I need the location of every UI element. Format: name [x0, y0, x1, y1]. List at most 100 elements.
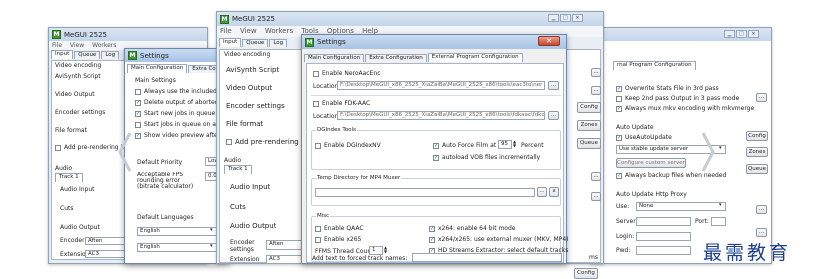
x265-checkbox[interactable]: [315, 237, 321, 243]
center-zones-button[interactable]: Zones: [577, 120, 601, 131]
nero-enable-checkbox[interactable]: [313, 71, 319, 77]
right-server-input[interactable]: [636, 217, 691, 226]
ffms-spinner-icon[interactable]: ▲ ▼: [384, 246, 387, 254]
next-arrow-icon[interactable]: [700, 131, 716, 173]
configure-servers-button[interactable]: Configure custom servers...: [616, 158, 686, 168]
right-minimize-icon[interactable]: ▁: [724, 30, 735, 38]
left-extension-select[interactable]: AC3: [85, 250, 125, 258]
left-check-0[interactable]: [135, 89, 141, 95]
right-pwd-label: Pwd:: [616, 247, 631, 254]
center-tab-input[interactable]: Input: [219, 38, 242, 47]
left-default-priority-label: Default Priority: [137, 159, 183, 166]
right-check-2[interactable]: ✓: [616, 106, 622, 112]
center-menu-file[interactable]: File: [220, 27, 232, 35]
right-use-auto-update-checkbox[interactable]: ✓: [616, 135, 622, 141]
right-pwd-input[interactable]: [636, 246, 691, 255]
center-app-icon: M: [220, 14, 229, 24]
center-tab-log[interactable]: Log: [269, 39, 288, 47]
right-use-auto-update-label: UseAutoUpdate: [625, 134, 672, 141]
right-queue-button[interactable]: Queue: [746, 164, 768, 174]
left-check-4[interactable]: ✓: [135, 133, 141, 139]
center-config-button[interactable]: Config: [574, 268, 598, 279]
right-login-input[interactable]: [636, 232, 691, 241]
left-add-prerender-checkbox[interactable]: [55, 145, 61, 151]
external-muxer-checkbox[interactable]: ✓: [429, 237, 435, 243]
center-menu-workers[interactable]: Workers: [265, 27, 293, 35]
settings-app-icon: M: [128, 51, 137, 60]
right-config-button[interactable]: Config: [746, 131, 768, 141]
center-minimize-icon[interactable]: ▁: [548, 14, 559, 22]
fdk-location-field[interactable]: F:\Desktop\MeGUI_x86_2525_XiaZaiBa\MeGUI…: [337, 111, 545, 120]
left-menu-workers[interactable]: Workers: [92, 42, 116, 49]
left-check-1[interactable]: ✓: [135, 100, 141, 106]
center-ellipsis-btn-right-1[interactable]: ...: [591, 68, 601, 77]
autoforce-value-input[interactable]: 95: [498, 140, 512, 149]
left-audio-track-tab[interactable]: Track 1: [55, 173, 83, 182]
right-maximize-icon[interactable]: □: [736, 30, 747, 38]
center-extension-select[interactable]: AC3: [266, 255, 306, 264]
dgindexnv-label: Enable DGIndexNV: [324, 142, 381, 149]
center-maximize-icon[interactable]: □: [560, 14, 571, 22]
qaac-checkbox[interactable]: [315, 226, 321, 232]
center-row-avisynth-script: AviSynth Script: [226, 66, 280, 74]
right-proxy-use-select[interactable]: None: [636, 202, 726, 211]
center-tab-queue[interactable]: Queue: [242, 39, 269, 47]
right-ellipsis-button-2[interactable]: ...: [756, 205, 767, 214]
right-server-label: Server:: [616, 218, 638, 225]
right-zones-button[interactable]: Zones: [746, 147, 768, 157]
forced-track-input[interactable]: [412, 253, 562, 262]
center-encoder-select[interactable]: Aften: [266, 240, 306, 250]
center-config-button-top[interactable]: Config: [577, 102, 601, 113]
left-lang2-select[interactable]: English: [137, 243, 217, 252]
prev-arrow-icon[interactable]: [117, 131, 133, 173]
nero-location-field[interactable]: F:\Desktop\MeGUI_x86_2525_XiaZaiBa\MeGUI…: [337, 81, 545, 90]
fdk-enable-checkbox[interactable]: [313, 101, 319, 107]
left-tab-input[interactable]: Input: [51, 50, 74, 59]
autoforce-checkbox[interactable]: ✓: [433, 143, 439, 149]
center-add-prerender-checkbox[interactable]: [226, 139, 232, 145]
left-menu-file[interactable]: File: [52, 42, 62, 49]
settings-close-icon[interactable]: ✕: [538, 36, 560, 46]
temp-dir-clear-button[interactable]: x: [549, 187, 559, 197]
right-ellipsis-button-1[interactable]: ...: [756, 93, 767, 102]
left-tab-log[interactable]: Log: [101, 51, 120, 59]
center-menu-view[interactable]: View: [240, 27, 257, 35]
right-always-backup-checkbox[interactable]: ✓: [616, 173, 622, 179]
center-ellipsis-btn-right-3[interactable]: ...: [591, 172, 601, 181]
center-audio-track-tab[interactable]: Track 1: [224, 165, 252, 174]
left-check-2[interactable]: ✓: [135, 111, 141, 117]
settings-tab-external[interactable]: External Program Configuration: [427, 53, 523, 62]
left-row-file-format: File format: [55, 127, 87, 134]
center-ellipsis-btn-right-4[interactable]: ...: [591, 192, 601, 201]
right-tab-external[interactable]: rnal Program Configuration: [613, 61, 696, 70]
left-tab-queue[interactable]: Queue: [74, 51, 101, 59]
left-encoder-select[interactable]: Aften: [85, 237, 125, 245]
autoforce-spinner-icon[interactable]: ▲ ▼: [513, 140, 516, 148]
fdk-browse-button[interactable]: ...: [548, 111, 559, 120]
right-check-1[interactable]: [616, 96, 622, 102]
dgindexnv-checkbox[interactable]: [315, 143, 321, 149]
temp-dir-field[interactable]: [315, 188, 535, 197]
center-ellipsis-btn-right-2[interactable]: ...: [591, 86, 601, 95]
left-audio-header: Audio: [55, 165, 73, 172]
settings-dialog-title: Settings: [317, 38, 346, 46]
ffms-thread-input[interactable]: 1: [369, 246, 383, 255]
right-ellipsis-button-3[interactable]: ...: [756, 228, 767, 237]
temp-dir-browse-button[interactable]: ...: [537, 187, 547, 197]
left-check-3[interactable]: [135, 122, 141, 128]
center-queue-button[interactable]: Queue: [577, 138, 601, 149]
nero-browse-button[interactable]: ...: [548, 81, 559, 90]
right-close-icon[interactable]: ✕: [748, 30, 759, 38]
settings-tab-main[interactable]: Main Configuration: [304, 54, 365, 62]
nero-location-label: Location: [313, 83, 339, 90]
left-lang1-select[interactable]: English: [137, 227, 217, 236]
left-menu-view[interactable]: View: [70, 42, 84, 49]
right-port-input[interactable]: [711, 217, 726, 226]
right-check-0[interactable]: ✓: [616, 86, 622, 92]
settings-tab-extra[interactable]: Extra Configuration: [365, 54, 427, 62]
center-close-icon[interactable]: ✕: [572, 14, 583, 22]
left-settings-tab-main[interactable]: Main Configuration: [127, 64, 188, 73]
settings-titlebar: M Settings: [302, 35, 566, 49]
x264-64bit-checkbox[interactable]: ✓: [429, 226, 435, 232]
autoload-vob-checkbox[interactable]: ✓: [433, 155, 439, 161]
